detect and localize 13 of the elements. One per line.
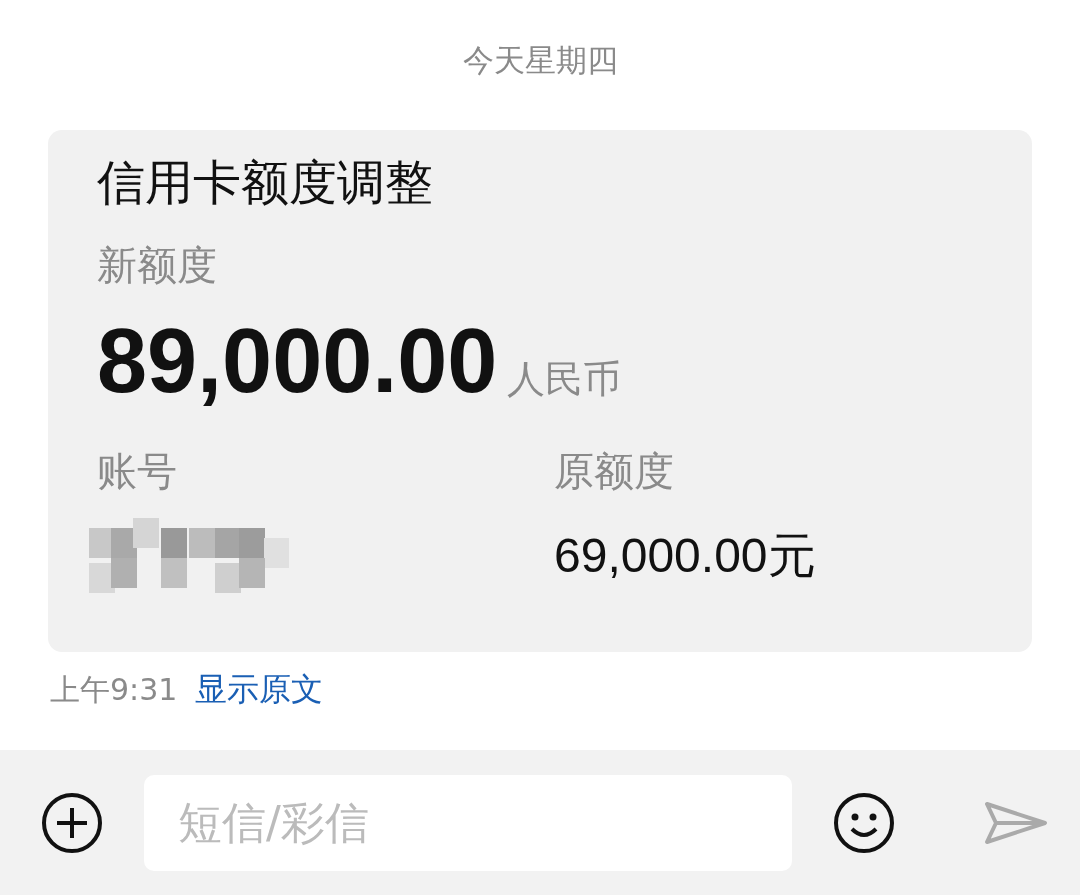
message-input-field[interactable]: 短信/彩信 xyxy=(144,774,792,871)
new-limit-amount: 89,000.00 xyxy=(97,310,498,413)
smiley-icon[interactable] xyxy=(832,790,896,855)
new-limit-label: 新额度 xyxy=(97,241,218,290)
add-icon[interactable] xyxy=(40,790,104,855)
date-header: 今天星期四 xyxy=(462,41,618,80)
old-limit-label: 原额度 xyxy=(554,447,675,496)
message-time: 上午9:31 xyxy=(50,670,178,709)
account-label: 账号 xyxy=(97,447,178,496)
currency-label: 人民币 xyxy=(507,356,622,403)
message-title: 信用卡额度调整 xyxy=(97,153,434,212)
old-limit-amount: 69,000.00元 xyxy=(554,528,817,584)
show-original-link[interactable]: 显示原文 xyxy=(195,668,324,712)
